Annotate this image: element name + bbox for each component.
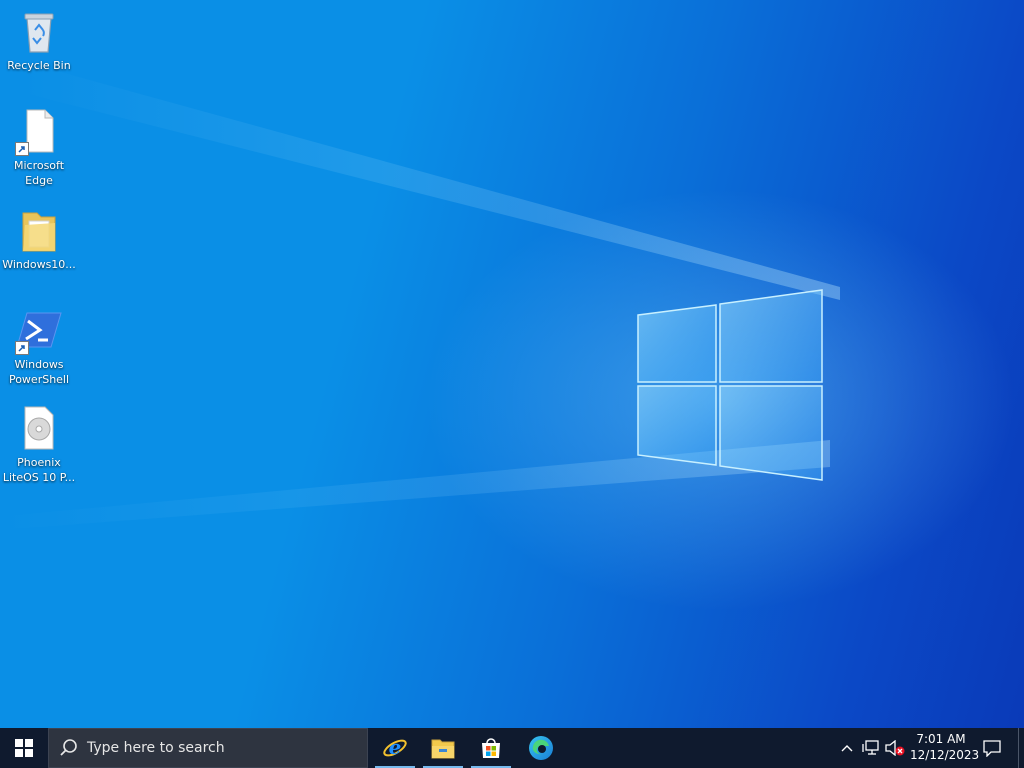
action-center-icon	[983, 740, 1001, 757]
desktop[interactable]: Recycle Bin Microsoft Edge Windows10...	[0, 0, 1024, 728]
shortcut-arrow-icon	[15, 341, 29, 355]
clock[interactable]: 7:01 AM 12/12/2023	[910, 728, 980, 768]
light-beam-top	[20, 60, 840, 300]
clock-date: 12/12/2023	[910, 748, 980, 762]
desktop-icon-label: Windows PowerShell	[8, 358, 70, 386]
action-center-button[interactable]	[978, 728, 1006, 768]
shortcut-arrow-icon	[15, 142, 29, 156]
search-icon	[60, 739, 77, 756]
file-explorer-icon	[431, 739, 455, 759]
taskbar-app-internet-explorer[interactable]: e	[371, 728, 419, 768]
desktop-icon-phoenix-liteos[interactable]: Phoenix LiteOS 10 P...	[2, 405, 76, 485]
clock-time: 7:01 AM	[916, 732, 966, 746]
powershell-icon	[15, 307, 63, 355]
windows-logo-wallpaper	[637, 289, 823, 481]
show-hidden-icons-button[interactable]	[838, 728, 856, 768]
desktop-icon-label: Recycle Bin	[7, 59, 71, 72]
show-desktop-button[interactable]	[1018, 728, 1024, 768]
desktop-icon-label: Windows10...	[2, 258, 76, 271]
taskbar-app-microsoft-edge[interactable]	[517, 728, 565, 768]
desktop-icon-microsoft-edge[interactable]: Microsoft Edge	[2, 108, 76, 188]
volume-button[interactable]	[884, 728, 906, 768]
microsoft-store-icon	[482, 738, 500, 758]
start-button[interactable]	[0, 728, 48, 768]
edge-icon	[529, 736, 553, 760]
taskbar-app-microsoft-store[interactable]	[467, 728, 515, 768]
chevron-up-icon	[841, 745, 853, 752]
desktop-icon-label: Microsoft Edge	[13, 159, 65, 187]
recycle-bin-icon	[15, 8, 63, 56]
network-button[interactable]	[860, 728, 882, 768]
desktop-icon-windows-powershell[interactable]: Windows PowerShell	[2, 307, 76, 387]
volume-muted-icon	[885, 740, 905, 756]
folder-icon	[15, 207, 63, 255]
search-box[interactable]: Type here to search	[48, 728, 368, 768]
windows-icon	[15, 739, 33, 757]
desktop-icon-windows10-folder[interactable]: Windows10...	[2, 207, 76, 272]
taskbar-app-file-explorer[interactable]	[419, 728, 467, 768]
internet-explorer-icon: e	[383, 735, 407, 759]
svg-text:e: e	[389, 735, 402, 759]
taskbar: Type here to search e 7:01 AM 12/12/2023	[0, 728, 1024, 768]
desktop-icon-label: Phoenix LiteOS 10 P...	[2, 456, 76, 484]
file-icon	[15, 108, 63, 156]
disc-image-icon	[15, 405, 63, 453]
desktop-icon-recycle-bin[interactable]: Recycle Bin	[2, 8, 76, 73]
search-input[interactable]: Type here to search	[87, 740, 225, 756]
network-icon	[862, 740, 879, 755]
